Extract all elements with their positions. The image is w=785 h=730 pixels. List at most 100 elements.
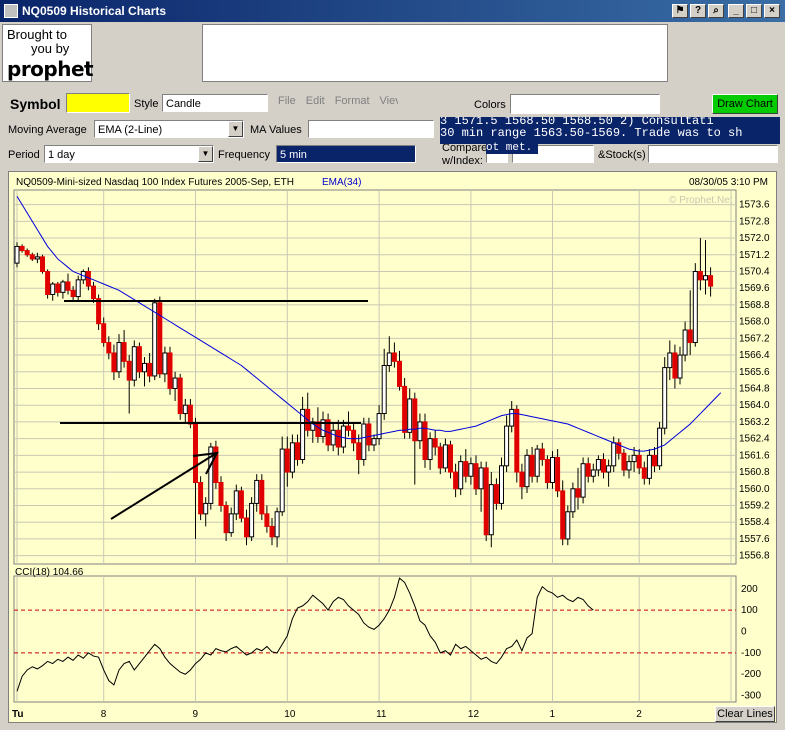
candle	[284, 436, 290, 487]
period-value: 1 day	[48, 149, 75, 161]
candle-body	[473, 463, 479, 490]
chevron-down-icon[interactable]: ▼	[198, 146, 213, 162]
candle-body	[417, 421, 423, 442]
candle-body	[167, 352, 173, 389]
candle	[601, 453, 606, 479]
price-panel-frame	[13, 189, 737, 565]
price-tick-label: 1569.6	[739, 283, 770, 294]
watermark: © Prophet.Net	[669, 195, 733, 206]
candle	[448, 440, 453, 479]
candle-body	[228, 513, 234, 534]
brought-line-1: Brought to	[7, 27, 67, 42]
candle-body	[75, 279, 81, 298]
menu-view[interactable]: Viev	[380, 95, 398, 107]
candle-body	[315, 421, 321, 438]
candle-body	[96, 298, 102, 325]
cci-panel-frame	[13, 575, 737, 703]
candle	[96, 294, 102, 330]
cci-label: CCI(18) 104.66	[15, 567, 84, 578]
period-select[interactable]: 1 day	[44, 145, 214, 163]
chevron-down-icon[interactable]: ▼	[228, 121, 243, 137]
candle	[157, 296, 163, 379]
price-tick-label: 1561.6	[739, 450, 770, 461]
frequency-input[interactable]: 5 min	[276, 145, 416, 163]
candle-body	[504, 425, 510, 467]
candle-body	[621, 452, 627, 471]
candle-body	[330, 429, 336, 446]
candle-body	[65, 281, 71, 291]
candle-body	[550, 456, 555, 484]
price-tick-label: 1558.4	[739, 517, 770, 528]
candle-body	[601, 459, 606, 473]
candle	[427, 432, 433, 470]
candle-body	[402, 385, 408, 433]
candle	[182, 398, 188, 425]
candle-body	[539, 448, 545, 461]
candle-body	[45, 270, 51, 295]
candle-body	[570, 488, 576, 513]
time-tick-label: 1	[550, 709, 556, 720]
news-ticker: 3 1571.5 1568.50 1568.50 2) Consultati 3…	[440, 117, 780, 144]
candle	[488, 472, 494, 548]
candle	[468, 457, 474, 485]
price-tick-label: 1560.0	[739, 484, 770, 495]
candle	[626, 455, 632, 479]
candle-body	[575, 488, 581, 498]
candle-body	[397, 360, 402, 387]
ma-values-input[interactable]	[308, 120, 434, 138]
stocks-input[interactable]	[648, 145, 778, 163]
price-tick-label: 1573.6	[739, 200, 770, 211]
ema-label: EMA(34)	[322, 177, 361, 188]
candle-body	[458, 461, 464, 490]
candle	[75, 275, 81, 301]
candle	[555, 449, 561, 498]
maximize-icon[interactable]: □	[746, 4, 762, 18]
colors-field[interactable]	[510, 94, 660, 114]
candle-body	[29, 254, 35, 260]
draw-chart-button[interactable]: Draw Chart	[712, 94, 778, 114]
candle	[667, 340, 673, 381]
magnifier-icon[interactable]: ⌕	[708, 4, 724, 18]
candle	[453, 463, 459, 498]
candle-body	[478, 467, 484, 490]
candle-body	[422, 421, 428, 461]
candle	[279, 436, 285, 516]
style-input[interactable]: Candle	[162, 94, 268, 112]
chart-area[interactable]: 1573.6 1572.8 1572.0 1571.2 1570.4 1569.6 1568…	[8, 171, 777, 723]
candle	[320, 411, 326, 443]
moving-average-select[interactable]: EMA (2-Line)	[94, 120, 244, 138]
minimize-icon[interactable]: _	[728, 4, 744, 18]
clear-lines-button[interactable]: Clear Lines	[715, 706, 775, 722]
close-icon[interactable]: ×	[764, 4, 780, 18]
candle	[652, 446, 657, 473]
candle-body	[340, 425, 346, 448]
candle-body	[463, 461, 469, 477]
candle-body	[692, 270, 698, 344]
cci-tick-label: -100	[741, 648, 761, 659]
candle-body	[626, 461, 632, 471]
menu-edit[interactable]: Edit	[306, 95, 325, 107]
candle-body	[177, 377, 183, 415]
candle	[40, 254, 45, 274]
price-tick-label: 1559.2	[739, 500, 770, 511]
candle	[162, 346, 168, 383]
candle-body	[60, 281, 66, 293]
candle-body	[351, 429, 357, 444]
symbol-input[interactable]	[66, 93, 130, 113]
candle	[295, 434, 300, 466]
candle	[641, 461, 647, 485]
candle	[407, 388, 413, 439]
candle-body	[697, 270, 703, 281]
candle-body	[437, 446, 443, 469]
pin-icon[interactable]: ⚑	[672, 4, 688, 18]
candle	[346, 411, 351, 437]
menu-format[interactable]: Format	[335, 95, 370, 107]
candle-body	[468, 463, 474, 477]
candle-body	[585, 463, 591, 477]
question-icon[interactable]: ?	[690, 4, 706, 18]
menu-file[interactable]: File	[278, 95, 296, 107]
price-chart[interactable]: 1573.6 1572.8 1572.0 1571.2 1570.4 1569.6 1568…	[9, 172, 776, 722]
candle-body	[509, 408, 515, 427]
candle-body	[121, 342, 127, 362]
candle	[91, 281, 96, 303]
